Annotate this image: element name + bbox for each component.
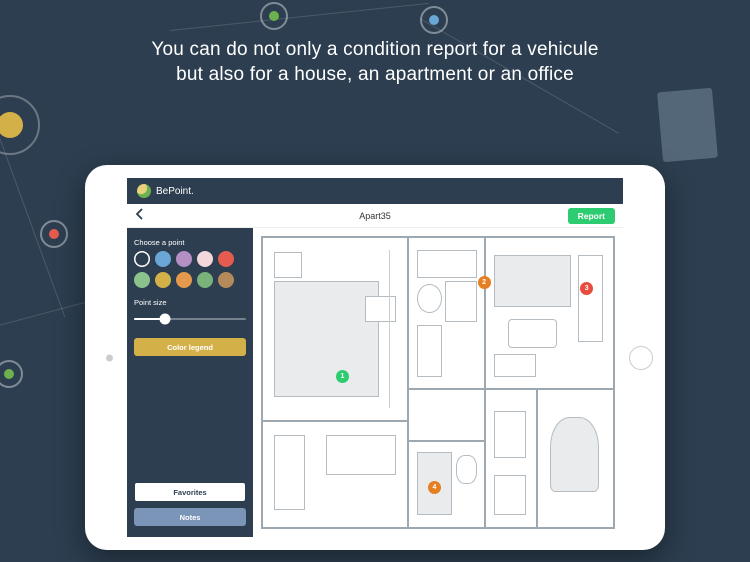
sidebar: Choose a point Point size Color legend F…	[127, 228, 253, 537]
tablet-frame: BePoint. Apart35 Report Choose a point P…	[85, 165, 665, 550]
favorites-button[interactable]: Favorites	[134, 482, 246, 502]
color-swatch[interactable]	[134, 251, 150, 267]
report-button[interactable]: Report	[568, 208, 615, 224]
notes-button[interactable]: Notes	[134, 508, 246, 526]
color-legend-button[interactable]: Color legend	[134, 338, 246, 356]
point-marker[interactable]: 2	[478, 276, 491, 289]
choose-point-label: Choose a point	[134, 238, 246, 247]
promo-headline: You can do not only a condition report f…	[0, 38, 750, 87]
back-icon[interactable]	[135, 208, 144, 223]
point-size-label: Point size	[134, 298, 246, 307]
color-swatch[interactable]	[218, 272, 234, 288]
color-swatch[interactable]	[218, 251, 234, 267]
color-swatch[interactable]	[176, 251, 192, 267]
slider-thumb[interactable]	[160, 314, 171, 325]
color-swatch[interactable]	[197, 272, 213, 288]
slider-track	[134, 318, 246, 320]
point-size-slider[interactable]	[134, 311, 246, 327]
page-title: Apart35	[359, 211, 391, 221]
brand-name: BePoint.	[156, 186, 194, 197]
brand-logo-icon	[137, 184, 151, 198]
point-marker[interactable]: 1	[336, 370, 349, 383]
app-screen: BePoint. Apart35 Report Choose a point P…	[127, 178, 623, 537]
color-swatch[interactable]	[197, 251, 213, 267]
color-swatch[interactable]	[155, 251, 171, 267]
color-swatch[interactable]	[176, 272, 192, 288]
promo-line2: but also for a house, an apartment or an…	[176, 64, 574, 85]
color-swatch[interactable]	[134, 272, 150, 288]
app-body: Choose a point Point size Color legend F…	[127, 228, 623, 537]
promo-line1: You can do not only a condition report f…	[151, 39, 598, 60]
brand-bar: BePoint.	[127, 178, 623, 204]
color-swatch[interactable]	[155, 272, 171, 288]
color-swatch-grid	[134, 251, 246, 288]
nav-bar: Apart35 Report	[127, 204, 623, 228]
floorplan-canvas[interactable]: 1234	[253, 228, 623, 537]
